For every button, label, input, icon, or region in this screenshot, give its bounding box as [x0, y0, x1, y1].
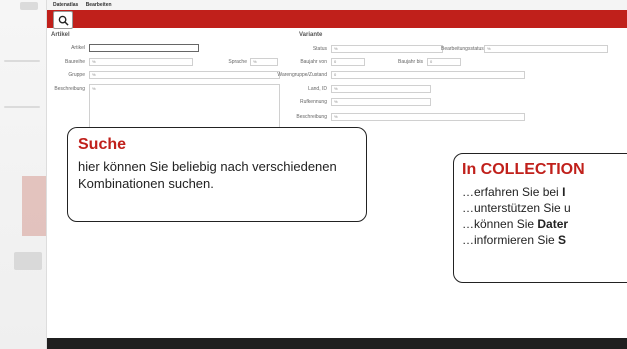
callout-collection-line: …unterstützen Sie u [462, 201, 571, 215]
label-status: Status [312, 46, 327, 52]
panel-title-variante: Variante [299, 32, 323, 38]
menu-item-datenatlas[interactable]: Datenatlas [53, 2, 78, 8]
search-button[interactable] [53, 11, 73, 29]
label-gruppe: Gruppe [68, 72, 85, 78]
label-bearbeitungsstatus: Bearbeitungsstatus [441, 46, 484, 52]
background-image [22, 176, 48, 236]
label-baujahr-bis: Baujahr bis [397, 59, 423, 65]
rufkennung-input[interactable]: % [331, 98, 431, 106]
search-icon [58, 15, 69, 26]
callout-collection-line: …können Sie Dater [462, 217, 569, 231]
baujahr-von-input[interactable]: 0 [331, 58, 365, 66]
callout-suche-heading: Suche [78, 136, 127, 153]
beschreibung-textarea[interactable]: % [89, 84, 280, 128]
warengruppe-select[interactable]: 0 [331, 71, 525, 79]
menu-bar: Datenatlas Bearbeiten [47, 0, 627, 10]
callout-collection-heading: In COLLECTION [462, 161, 585, 178]
callout-collection: In COLLECTION …erfahren Sie bei I …unter… [453, 153, 627, 283]
background-image [14, 252, 42, 270]
label-warengruppe: Warengruppe/Zustand [277, 72, 327, 78]
sprache-select[interactable]: % [250, 58, 278, 66]
menu-item-bearbeiten[interactable]: Bearbeiten [86, 2, 112, 8]
artikel-input[interactable] [89, 44, 199, 52]
footer-bar [47, 338, 627, 349]
baureihe-input[interactable]: % [89, 58, 193, 66]
background-line [4, 106, 40, 108]
callout-collection-line: …informieren Sie S [462, 233, 567, 247]
label-variante-beschreibung: Beschreibung [296, 114, 327, 120]
background-logo [20, 2, 38, 10]
label-land-id: Land, ID [308, 86, 327, 92]
label-artikel: Artikel [71, 45, 85, 51]
callout-collection-line: …erfahren Sie bei I [462, 185, 566, 199]
label-sprache: Sprache [228, 59, 247, 65]
label-rufkennung: Rufkennung [300, 99, 327, 105]
callout-suche: Suche hier können Sie beliebig nach vers… [67, 127, 367, 222]
callout-suche-text: hier können Sie beliebig nach verschiede… [78, 159, 337, 191]
background-app-strip [0, 0, 48, 349]
label-beschreibung: Beschreibung [54, 86, 85, 92]
status-select[interactable]: % [331, 45, 443, 53]
label-baureihe: Baureihe [64, 59, 85, 65]
background-line [4, 60, 40, 62]
panel-title-artikel: Artikel [51, 32, 70, 38]
label-baujahr-von: Baujahr von [300, 59, 327, 65]
bearbeitungsstatus-select[interactable]: % [484, 45, 608, 53]
gruppe-select[interactable]: % [89, 71, 280, 79]
variante-beschreibung-input[interactable]: % [331, 113, 525, 121]
toolbar [47, 10, 627, 29]
baujahr-bis-input[interactable]: 0 [427, 58, 461, 66]
land-id-select[interactable]: % [331, 85, 431, 93]
